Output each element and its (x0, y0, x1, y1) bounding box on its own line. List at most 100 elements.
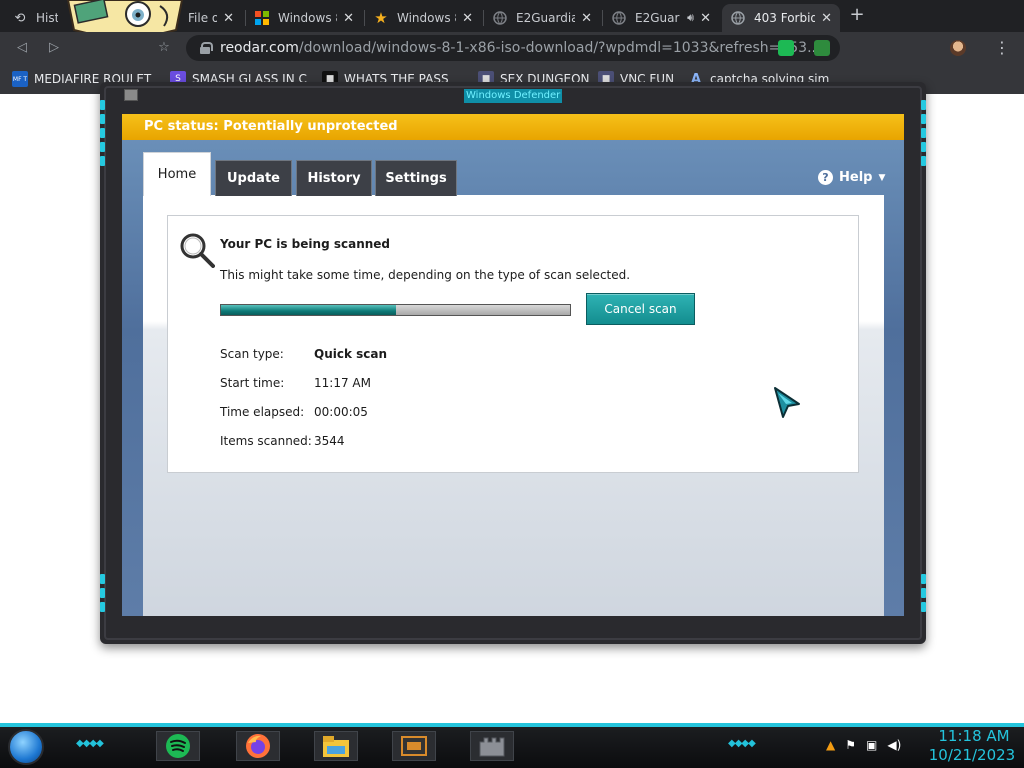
flag-icon[interactable]: ⚑ (845, 738, 856, 752)
extension-icon[interactable] (778, 40, 794, 56)
tab-history[interactable]: History (296, 160, 372, 196)
frame-accent (100, 142, 105, 152)
star-icon: ★ (374, 9, 388, 27)
firefox-icon[interactable] (236, 731, 280, 761)
tab-title: Windows 8 (278, 11, 338, 25)
frame-accent (100, 128, 105, 138)
forward-button[interactable]: ▷ (46, 40, 62, 56)
mouse-cursor-icon (774, 387, 800, 418)
scan-description: This might take some time, depending on … (220, 268, 631, 282)
globe-icon (492, 10, 508, 26)
windows-logo-icon (254, 10, 270, 26)
history-icon: ⟲ (14, 10, 26, 26)
tab-title: Windows 8 (397, 11, 457, 25)
taskbar-decoration: ◆◆◆◆ (76, 738, 104, 749)
clock-time[interactable]: 11:18 AM (932, 727, 1016, 745)
tab-title: E2Guar (635, 11, 680, 25)
tab-windows-8-b[interactable]: ★ Windows 8 ✕ (365, 4, 481, 32)
network-icon[interactable]: ▣ (866, 738, 877, 752)
tab-windows-8-a[interactable]: Windows 8 ✕ (246, 4, 362, 32)
url-path: /download/windows-8-1-x86-iso-download/?… (298, 40, 821, 56)
back-button[interactable]: ◁ (14, 40, 30, 56)
time-elapsed-value: 00:00:05 (314, 405, 368, 419)
mediafire-icon: MF T (12, 71, 28, 87)
frame-accent (100, 574, 105, 584)
tab-title: File o (188, 11, 218, 25)
tab-e2guardian-a[interactable]: E2Guardian ✕ (484, 4, 600, 32)
taskbar-accent-rail (0, 723, 1024, 727)
media-icon[interactable] (392, 731, 436, 761)
frame-accent (921, 100, 926, 110)
cancel-scan-button[interactable]: Cancel scan (586, 293, 695, 325)
tab-title: Histo (36, 11, 58, 25)
pc-status-bar: PC status: Potentially unprotected (122, 114, 904, 140)
frame-accent (921, 588, 926, 598)
spotify-icon[interactable] (156, 731, 200, 761)
new-tab-button[interactable]: + (848, 6, 866, 24)
tab-settings[interactable]: Settings (375, 160, 457, 196)
tab-file[interactable]: File o ✕ (180, 4, 242, 32)
items-scanned-value: 3544 (314, 434, 345, 448)
frame-accent (100, 156, 105, 166)
bookmark-star-button[interactable]: ☆ (156, 40, 172, 56)
frame-accent (921, 602, 926, 612)
window-title: Windows Defender (464, 89, 563, 103)
frame-accent (921, 574, 926, 584)
browser-menu-icon[interactable]: ⋮ (994, 38, 1010, 57)
globe-icon (730, 10, 746, 26)
globe-icon (611, 10, 627, 26)
start-time-value: 11:17 AM (314, 376, 371, 390)
tab-403-forbidden[interactable]: 403 Forbidd ✕ (722, 4, 840, 32)
chevron-down-icon: ▼ (878, 172, 886, 183)
castle-icon[interactable] (470, 731, 514, 761)
taskbar-decoration: ◆◆◆◆ (728, 738, 756, 749)
system-tray: ▲ ⚑ ▣ ◀) (826, 738, 901, 752)
scan-heading: Your PC is being scanned (220, 237, 391, 251)
scan-progress-fill (221, 305, 396, 315)
time-elapsed-label: Time elapsed: (220, 405, 305, 419)
profile-avatar[interactable] (950, 40, 966, 56)
tab-history[interactable]: ⟲ Histo (4, 4, 66, 32)
help-icon: ? (818, 170, 833, 185)
scan-progress-bar (220, 304, 571, 316)
tab-e2guardian-b[interactable]: E2Guar 🔊︎ ✕ (603, 4, 719, 32)
tab-title: E2Guardian (516, 11, 576, 25)
address-bar[interactable]: reodar.com /download/windows-8-1-x86-iso… (186, 35, 840, 61)
frame-accent (921, 114, 926, 124)
tab-title: 403 Forbidd (754, 11, 816, 25)
url-host: reodar.com (220, 40, 299, 56)
volume-icon[interactable]: ◀) (887, 738, 901, 752)
help-menu[interactable]: ? Help ▼ (818, 170, 885, 185)
items-scanned-label: Items scanned: (220, 434, 312, 448)
scan-type-value: Quick scan (314, 347, 388, 361)
browser-toolbar: ◁ ▷ ☆ reodar.com /download/windows-8-1-x… (0, 32, 1024, 64)
lock-icon (200, 42, 213, 54)
frame-accent (100, 588, 105, 598)
sticker-image (64, 0, 186, 36)
close-icon[interactable]: ✕ (462, 11, 473, 26)
warning-icon[interactable]: ▲ (826, 738, 835, 752)
speaker-icon[interactable]: 🔊︎ (687, 11, 694, 25)
tab-update[interactable]: Update (215, 160, 292, 196)
close-icon[interactable]: ✕ (821, 11, 832, 26)
shield-extension-icon[interactable] (814, 40, 830, 56)
help-label: Help (839, 170, 873, 185)
file-explorer-icon[interactable] (314, 731, 358, 761)
start-time-label: Start time: (220, 376, 285, 390)
close-icon[interactable]: ✕ (700, 11, 711, 26)
tab-home[interactable]: Home (143, 152, 211, 196)
frame-accent (921, 128, 926, 138)
close-icon[interactable]: ✕ (581, 11, 592, 26)
frame-accent (100, 602, 105, 612)
frame-accent (100, 114, 105, 124)
window-system-icon[interactable] (124, 89, 138, 101)
scan-type-label: Scan type: (220, 347, 284, 361)
close-icon[interactable]: ✕ (343, 11, 354, 26)
frame-accent (921, 156, 926, 166)
clock-date[interactable]: 10/21/2023 (928, 746, 1016, 764)
magnifier-icon (180, 233, 215, 268)
frame-accent (921, 142, 926, 152)
frame-accent (100, 100, 105, 110)
start-button[interactable] (8, 729, 44, 765)
close-icon[interactable]: ✕ (223, 11, 234, 26)
